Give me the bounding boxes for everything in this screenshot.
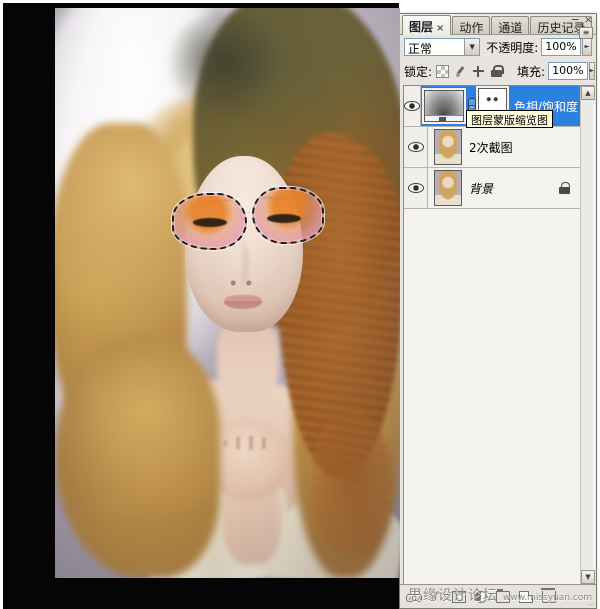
photo-knuckles	[223, 436, 275, 450]
lock-position-icon[interactable]	[472, 65, 485, 78]
adjustment-layer-icon[interactable]	[475, 591, 487, 603]
layer-thumbnail[interactable]	[435, 130, 461, 164]
resize-grip-icon[interactable]: ...	[587, 598, 595, 607]
close-icon[interactable]: ×	[584, 15, 593, 25]
lock-all-icon[interactable]	[490, 65, 503, 78]
visibility-cell[interactable]	[404, 86, 421, 126]
new-layer-icon[interactable]	[519, 591, 533, 603]
layer-list-scrollbar[interactable]: ▲ ▼	[580, 86, 594, 584]
delete-layer-icon[interactable]	[542, 591, 556, 603]
add-mask-icon[interactable]	[452, 591, 466, 603]
blend-opacity-row: 正常 ▼ 不透明度: 100% ►	[400, 35, 596, 59]
opacity-spinner-icon[interactable]: ►	[582, 38, 592, 56]
photo-nostrils	[227, 280, 255, 286]
layer-row-background[interactable]: 背景	[404, 168, 581, 209]
panel-tab-bar: 图层× 动作 通道 历史记录	[400, 14, 596, 35]
fill-spinner-icon[interactable]: ►	[589, 62, 596, 80]
tab-layers[interactable]: 图层×	[402, 15, 451, 35]
layer-thumbnail[interactable]	[435, 171, 461, 205]
tab-channels-label: 通道	[498, 21, 522, 35]
scroll-up-icon[interactable]: ▲	[581, 86, 595, 100]
layer-row-body[interactable]: 背景	[428, 168, 581, 208]
scroll-down-icon[interactable]: ▼	[581, 570, 595, 584]
eye-icon[interactable]	[404, 101, 420, 111]
minimize-icon[interactable]: −	[571, 15, 580, 25]
layer-list: 色相/饱和度 1 2次截图 背景	[403, 85, 595, 585]
photo-document	[55, 8, 400, 578]
background-lock-icon	[559, 182, 571, 195]
lock-buttons	[436, 65, 503, 78]
visibility-cell[interactable]	[404, 127, 428, 167]
adjustment-layer-thumbnail[interactable]	[425, 91, 463, 121]
photo-hair-left-lower	[55, 338, 220, 578]
layer-mask-tooltip: 图层蒙版缩览图	[466, 110, 553, 128]
photo-headdress-dark-leaves	[167, 10, 282, 125]
screenshot-stage: − × ≡ 图层× 动作 通道 历史记录 正常 ▼ 不透明度: 100%	[0, 0, 600, 609]
opacity-label: 不透明度:	[486, 39, 538, 56]
lock-transparency-icon[interactable]	[436, 65, 449, 78]
layer-name: 背景	[469, 180, 493, 197]
blend-mode-value: 正常	[405, 39, 464, 55]
panel-bottom-bar: ƒ	[400, 584, 596, 608]
chevron-down-icon[interactable]: ▼	[464, 39, 479, 55]
layers-panel: − × ≡ 图层× 动作 通道 历史记录 正常 ▼ 不透明度: 100%	[399, 13, 597, 609]
tab-channels[interactable]: 通道	[491, 16, 529, 34]
eye-icon[interactable]	[408, 142, 424, 152]
layer-row-body[interactable]: 2次截图	[428, 127, 581, 167]
panel-menu-icon[interactable]: ≡	[579, 27, 593, 39]
lock-pixels-icon[interactable]	[454, 65, 467, 78]
eye-icon[interactable]	[408, 183, 424, 193]
fill-input[interactable]: 100%	[548, 62, 587, 80]
photo-eye-right	[267, 214, 301, 223]
lock-label: 锁定:	[404, 63, 432, 80]
blend-mode-select[interactable]: 正常 ▼	[404, 38, 480, 56]
layer-name: 2次截图	[469, 139, 513, 156]
link-layers-icon[interactable]	[406, 591, 420, 603]
tab-actions-label: 动作	[459, 21, 483, 35]
tab-actions[interactable]: 动作	[452, 16, 490, 34]
photo-eye-left	[193, 218, 227, 227]
panel-window-buttons: − ×	[571, 15, 593, 25]
layer-style-icon[interactable]: ƒ	[429, 591, 443, 603]
visibility-cell[interactable]	[404, 168, 428, 208]
new-group-icon[interactable]	[496, 591, 510, 603]
tab-close-icon[interactable]: ×	[436, 23, 444, 34]
photo-lips	[224, 295, 262, 309]
fill-label: 填充:	[517, 63, 545, 80]
layer-row-second-cut[interactable]: 2次截图	[404, 127, 581, 168]
opacity-input[interactable]: 100%	[541, 38, 580, 56]
tab-layers-label: 图层	[409, 20, 433, 34]
lock-fill-row: 锁定: 填充: 100% ►	[400, 59, 596, 83]
